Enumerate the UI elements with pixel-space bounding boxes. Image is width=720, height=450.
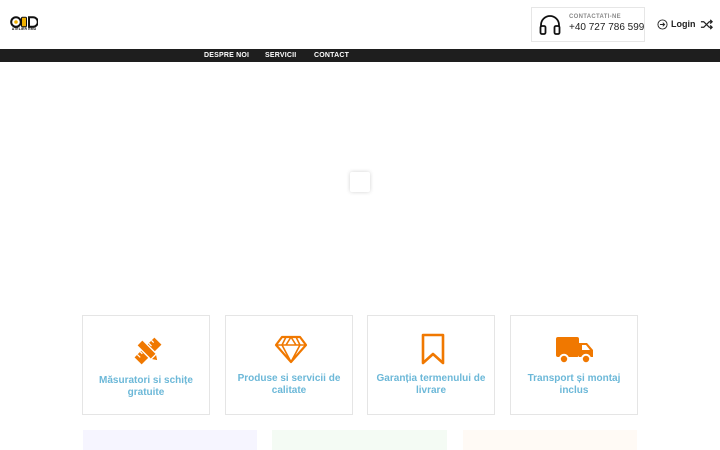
diamond-icon — [274, 335, 308, 364]
brand-logo[interactable]: ATELIER EMU — [10, 15, 39, 33]
hero-area — [0, 62, 720, 300]
content-panel-3 — [463, 430, 637, 450]
headset-icon — [539, 15, 561, 35]
feature-card-quality: Produse si servicii de calitate — [225, 315, 353, 415]
feature-title: Măsuratori si schițe gratuite — [99, 375, 193, 398]
login-link[interactable]: Login — [657, 17, 696, 31]
page: ATELIER EMU CONTACTATI-NE +40 727 786 59… — [0, 0, 720, 450]
contact-label: CONTACTATI-NE — [569, 14, 621, 20]
feature-card-transport: Transport și montaj inclus — [510, 315, 638, 415]
contact-box[interactable]: CONTACTATI-NE +40 727 786 599 — [531, 7, 645, 42]
nav-item-servicii[interactable]: SERVICII — [265, 49, 296, 62]
logo-text: ATELIER EMU — [11, 27, 37, 31]
feature-card-measurements: Măsuratori si schițe gratuite — [82, 315, 210, 415]
pencil-ruler-icon — [134, 337, 162, 365]
main-nav: DESPRE NOI SERVICII CONTACT — [0, 49, 720, 62]
site-header: ATELIER EMU CONTACTATI-NE +40 727 786 59… — [0, 0, 720, 49]
login-icon — [657, 18, 668, 30]
feature-title: Produse si servicii de calitate — [237, 373, 341, 396]
nav-item-despre-noi[interactable]: DESPRE NOI — [204, 49, 249, 62]
loading-spinner — [350, 172, 370, 192]
login-label: Login — [671, 19, 696, 29]
feature-title: Garanția termenului de livrare — [376, 373, 486, 396]
nav-item-contact[interactable]: CONTACT — [314, 49, 349, 62]
shuffle-icon[interactable] — [700, 18, 713, 31]
contact-phone[interactable]: +40 727 786 599 — [569, 22, 644, 33]
feature-card-guarantee: Garanția termenului de livrare — [367, 315, 495, 415]
content-panel-2 — [272, 430, 447, 450]
truck-icon — [556, 337, 593, 365]
feature-title: Transport și montaj inclus — [527, 373, 621, 396]
bookmark-icon — [421, 333, 445, 365]
content-panel-1 — [83, 430, 257, 450]
